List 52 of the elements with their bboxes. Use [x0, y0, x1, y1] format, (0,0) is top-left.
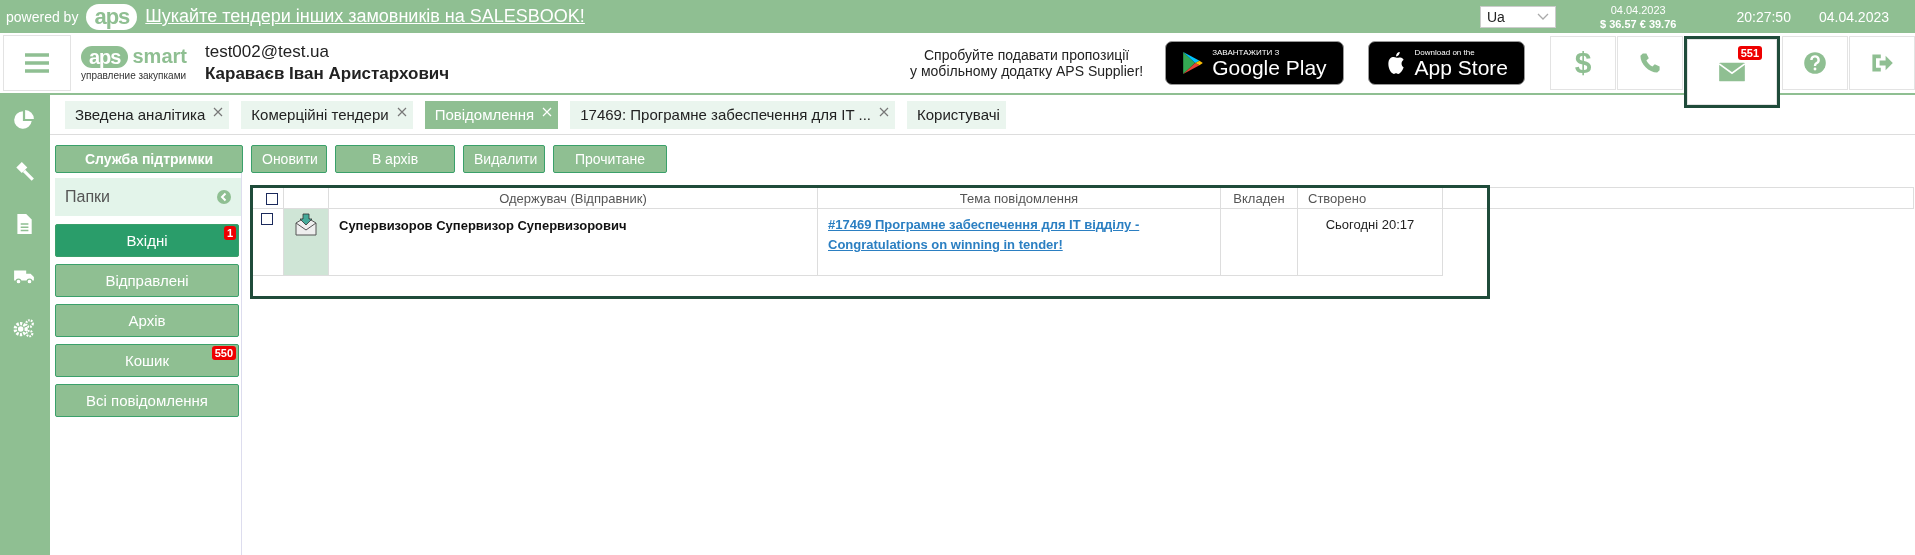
gavel-icon[interactable]: [13, 161, 35, 183]
menu-icon: [24, 52, 50, 74]
tab[interactable]: 17469: Програмне забеспечення для IT ...: [570, 101, 895, 129]
count-badge: 1: [223, 226, 236, 240]
aps-logo: aps: [81, 45, 129, 68]
logo-tagline: управление закупками: [81, 70, 187, 81]
help-icon: [1801, 51, 1829, 75]
phone-button[interactable]: [1617, 36, 1683, 90]
caret-icon: [1536, 12, 1549, 21]
logo-word: smart: [132, 45, 187, 68]
column-header: Створено: [1297, 187, 1443, 209]
envelope-icon: [1718, 60, 1746, 84]
sender-cell: Супервизоров Супервизор Супервизорович: [328, 208, 818, 276]
close-icon[interactable]: [213, 107, 224, 117]
app-promo-text: Спробуйте подавати пропозиції у мобільному додатку APS Supplier!: [910, 47, 1144, 79]
user-name: Караваєв Іван Аристархович: [204, 64, 450, 84]
powered-by-label: powered by: [6, 8, 79, 25]
rates-date: 04.04.2023: [1610, 3, 1666, 16]
store-badge[interactable]: Download on the App Store: [1367, 41, 1525, 85]
close-icon[interactable]: [396, 107, 407, 117]
count-badge: 550: [211, 346, 236, 360]
unread-count-badge: 551: [1737, 46, 1762, 60]
dollar-icon: $: [1574, 46, 1592, 80]
user-email: test002@test.ua: [204, 42, 330, 62]
select-all-checkbox[interactable]: [266, 192, 278, 205]
language-select[interactable]: Ua: [1479, 5, 1556, 28]
column-header: Одержувач (Відправник): [328, 187, 818, 209]
close-icon[interactable]: [879, 107, 889, 117]
logout-button[interactable]: [1849, 36, 1915, 90]
row-checkbox[interactable]: [261, 213, 273, 225]
created-cell: Сьогодні 20:17: [1297, 208, 1443, 276]
envelope-download-icon: [294, 213, 318, 237]
gears-icon[interactable]: [13, 317, 35, 339]
clock-time: 20:27:50: [1736, 8, 1791, 25]
folder-item[interactable]: Вхідні 1: [55, 224, 239, 257]
column-header: Тема повідомлення: [817, 187, 1221, 209]
column-header: Вкладен: [1220, 187, 1298, 209]
store-badge[interactable]: ЗАВАНТАЖИТИ З Google Play: [1165, 41, 1344, 85]
aps-logo: aps: [86, 3, 138, 30]
help-button[interactable]: [1782, 36, 1848, 90]
clock-date: 04.04.2023: [1818, 8, 1889, 25]
menu-button[interactable]: [3, 35, 71, 91]
play-store-icon: [1182, 51, 1205, 75]
collapse-icon[interactable]: [217, 190, 231, 204]
tab[interactable]: Користувачі: [907, 101, 1006, 129]
tab[interactable]: Комерційні тендери: [241, 101, 413, 129]
folder-item[interactable]: Кошик 550: [55, 344, 239, 377]
tab[interactable]: Зведена аналітика: [65, 101, 230, 129]
mail-button[interactable]: 551: [1687, 39, 1777, 105]
folders-title: Папки: [65, 188, 110, 206]
exchange-rates: $ 36.57 € 39.76: [1599, 17, 1677, 30]
pie-chart-icon[interactable]: [13, 109, 35, 131]
